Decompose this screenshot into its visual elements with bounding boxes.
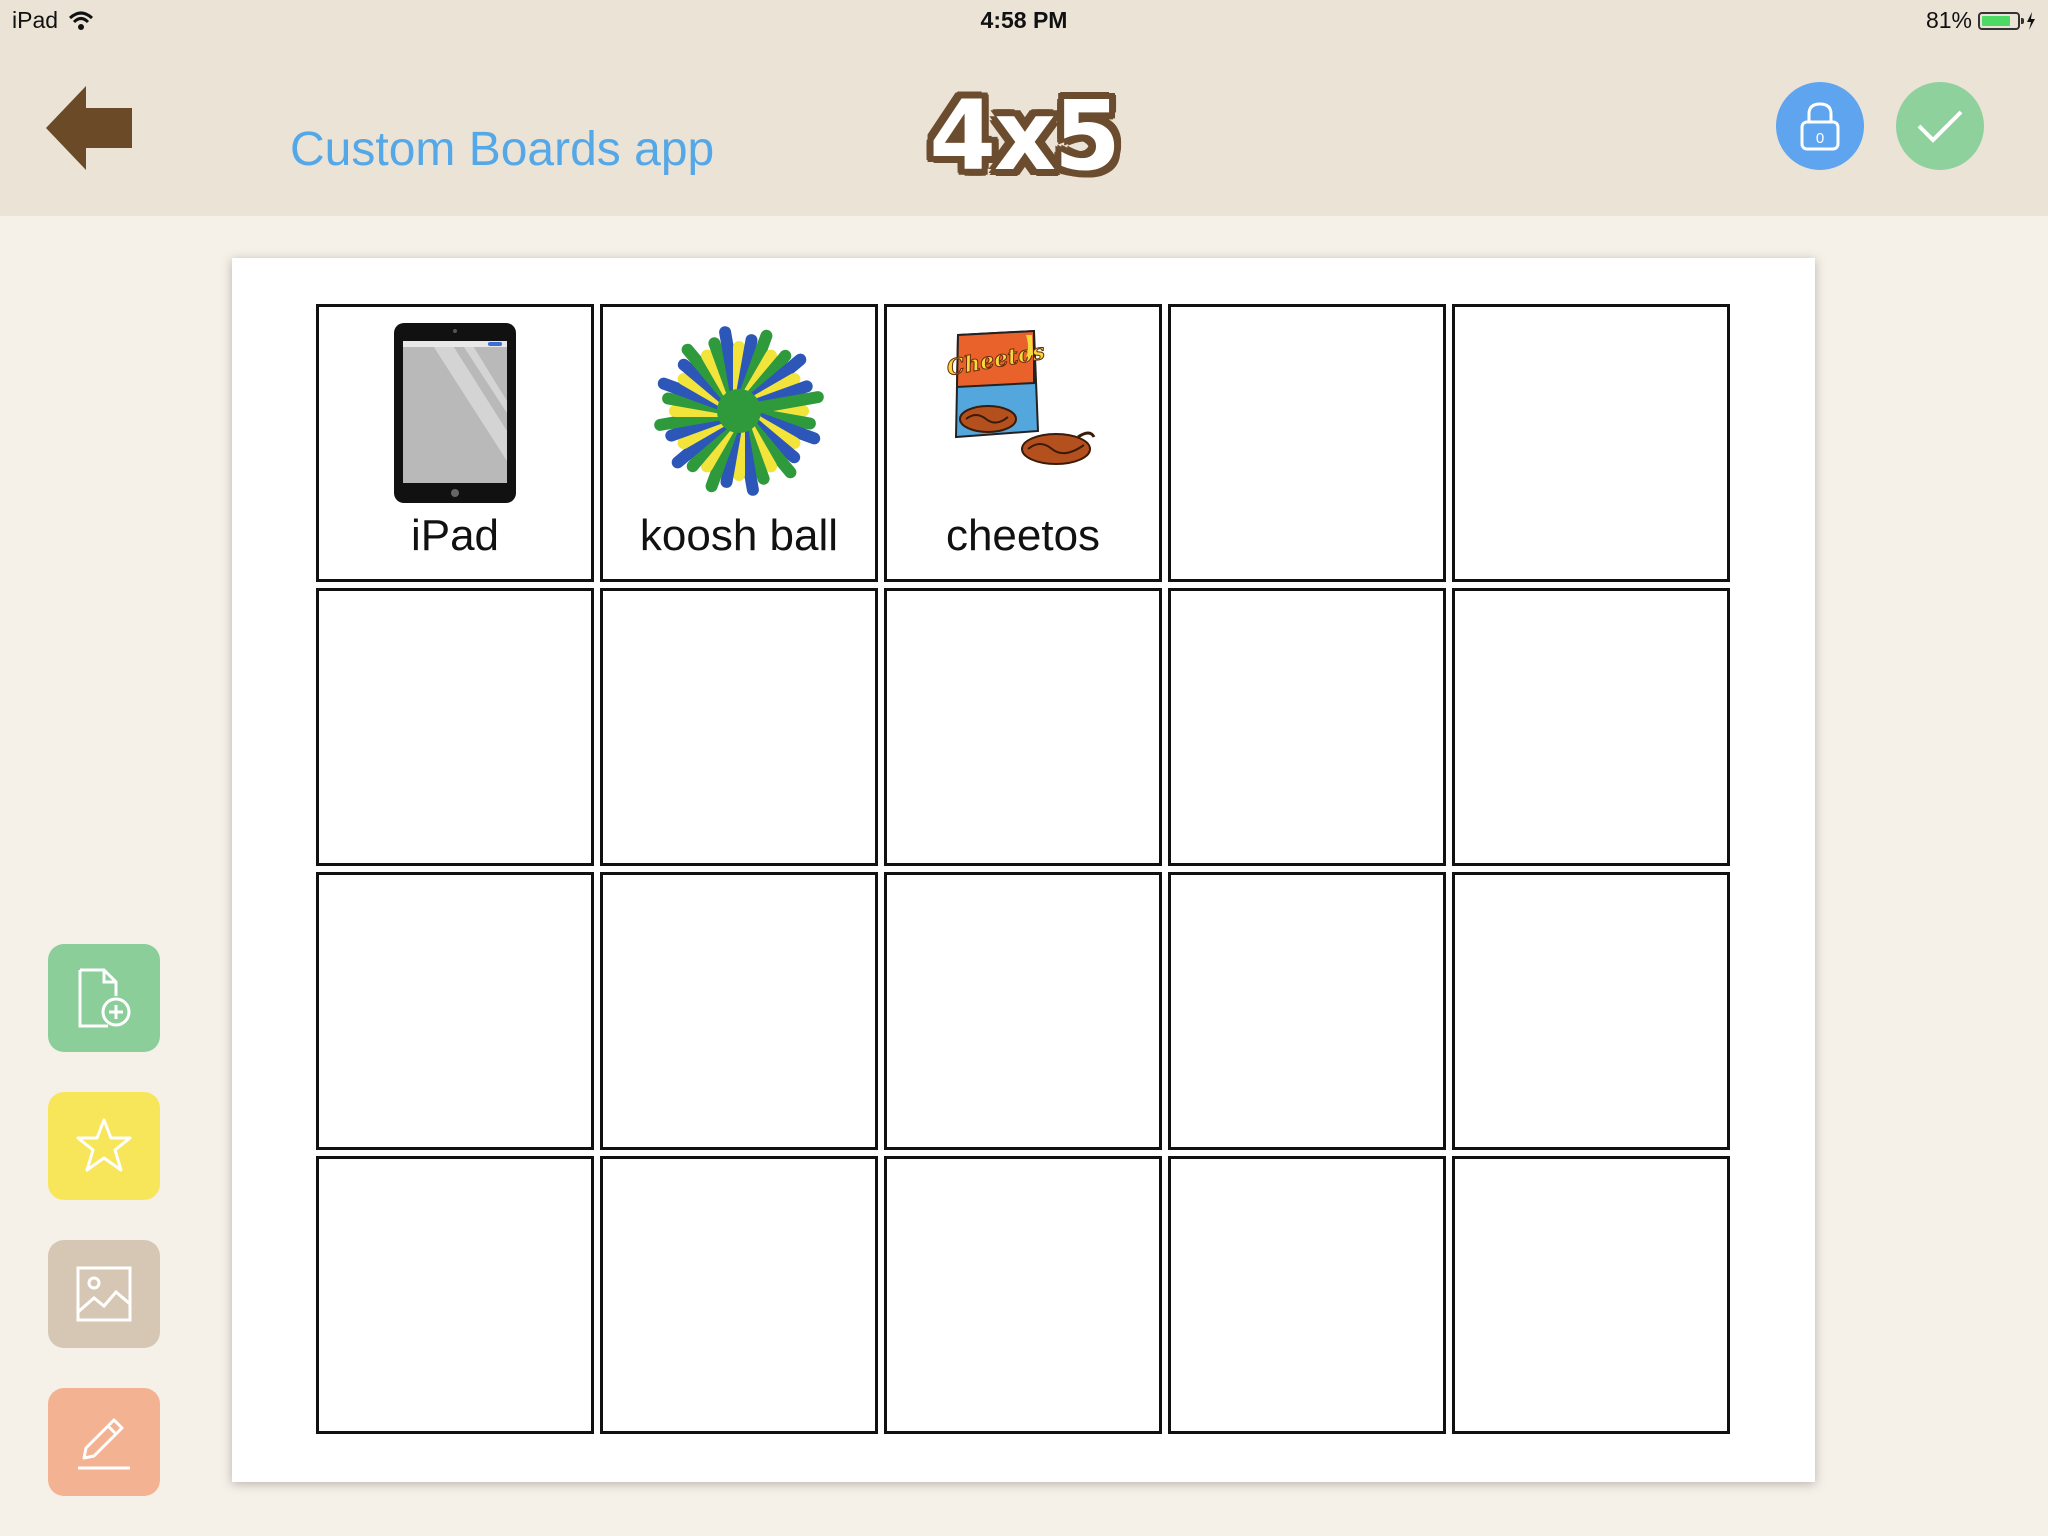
koosh-center: [717, 389, 761, 433]
add-page-button[interactable]: [48, 944, 160, 1052]
star-icon: [76, 1118, 132, 1172]
board-canvas: iPad koosh ball Cheetos cheetos: [232, 258, 1815, 1482]
board-cell-empty[interactable]: [1168, 1156, 1446, 1434]
battery-percent: 81%: [1925, 7, 1972, 33]
board-cell-empty[interactable]: [1168, 872, 1446, 1150]
board-cell-empty[interactable]: [316, 588, 594, 866]
board-cell-empty[interactable]: [1452, 588, 1730, 866]
status-right: 81%: [1926, 7, 2036, 34]
board-cell-empty[interactable]: [600, 872, 878, 1150]
cell-label: koosh ball: [639, 511, 839, 560]
clock: 4:58 PM: [980, 7, 1068, 33]
board-cell-empty[interactable]: [884, 588, 1162, 866]
charging-icon: [2027, 11, 2035, 30]
board-cell-empty[interactable]: [1168, 304, 1446, 582]
board-cell-empty[interactable]: [600, 1156, 878, 1434]
done-button[interactable]: [1896, 82, 1984, 170]
board-cell-ipad[interactable]: iPad: [316, 304, 594, 582]
image-icon: [76, 1266, 132, 1322]
board-cell-empty[interactable]: [884, 872, 1162, 1150]
koosh-ball-picture: [603, 321, 875, 501]
battery-icon: [1978, 11, 2024, 30]
board-cell-empty[interactable]: [316, 872, 594, 1150]
board-cell-empty[interactable]: [600, 588, 878, 866]
board-title: 4x5: [929, 80, 1121, 192]
board-cell-empty[interactable]: [1452, 304, 1730, 582]
favorite-button[interactable]: [48, 1092, 160, 1200]
lock-icon: 0: [1800, 102, 1840, 151]
cell-label: iPad: [410, 511, 500, 560]
cheetos-picture: Cheetos: [887, 321, 1159, 501]
board-cell-empty[interactable]: [1452, 872, 1730, 1150]
board-cell-empty[interactable]: [316, 1156, 594, 1434]
board-cell-koosh-ball[interactable]: koosh ball: [600, 304, 878, 582]
app-header: Custom Boards app 4x5 0: [0, 42, 2048, 216]
board-cell-empty[interactable]: [884, 1156, 1162, 1434]
add-page-icon: [78, 968, 131, 1028]
board-cell-cheetos[interactable]: Cheetos cheetos: [884, 304, 1162, 582]
lock-button[interactable]: 0: [1776, 82, 1864, 170]
board-grid: iPad koosh ball Cheetos cheetos: [316, 304, 1730, 1434]
battery-level: [1982, 15, 2010, 26]
status-bar: iPad 4:58 PM 81%: [0, 0, 2048, 42]
checkmark-icon: [1917, 110, 1963, 143]
lock-counter: 0: [1816, 130, 1824, 147]
ipad-picture: [319, 321, 591, 503]
board-cell-empty[interactable]: [1452, 1156, 1730, 1434]
cell-label: cheetos: [945, 511, 1101, 560]
edit-button[interactable]: [48, 1388, 160, 1496]
board-cell-empty[interactable]: [1168, 588, 1446, 866]
pencil-icon: [78, 1418, 130, 1470]
image-button[interactable]: [48, 1240, 160, 1348]
